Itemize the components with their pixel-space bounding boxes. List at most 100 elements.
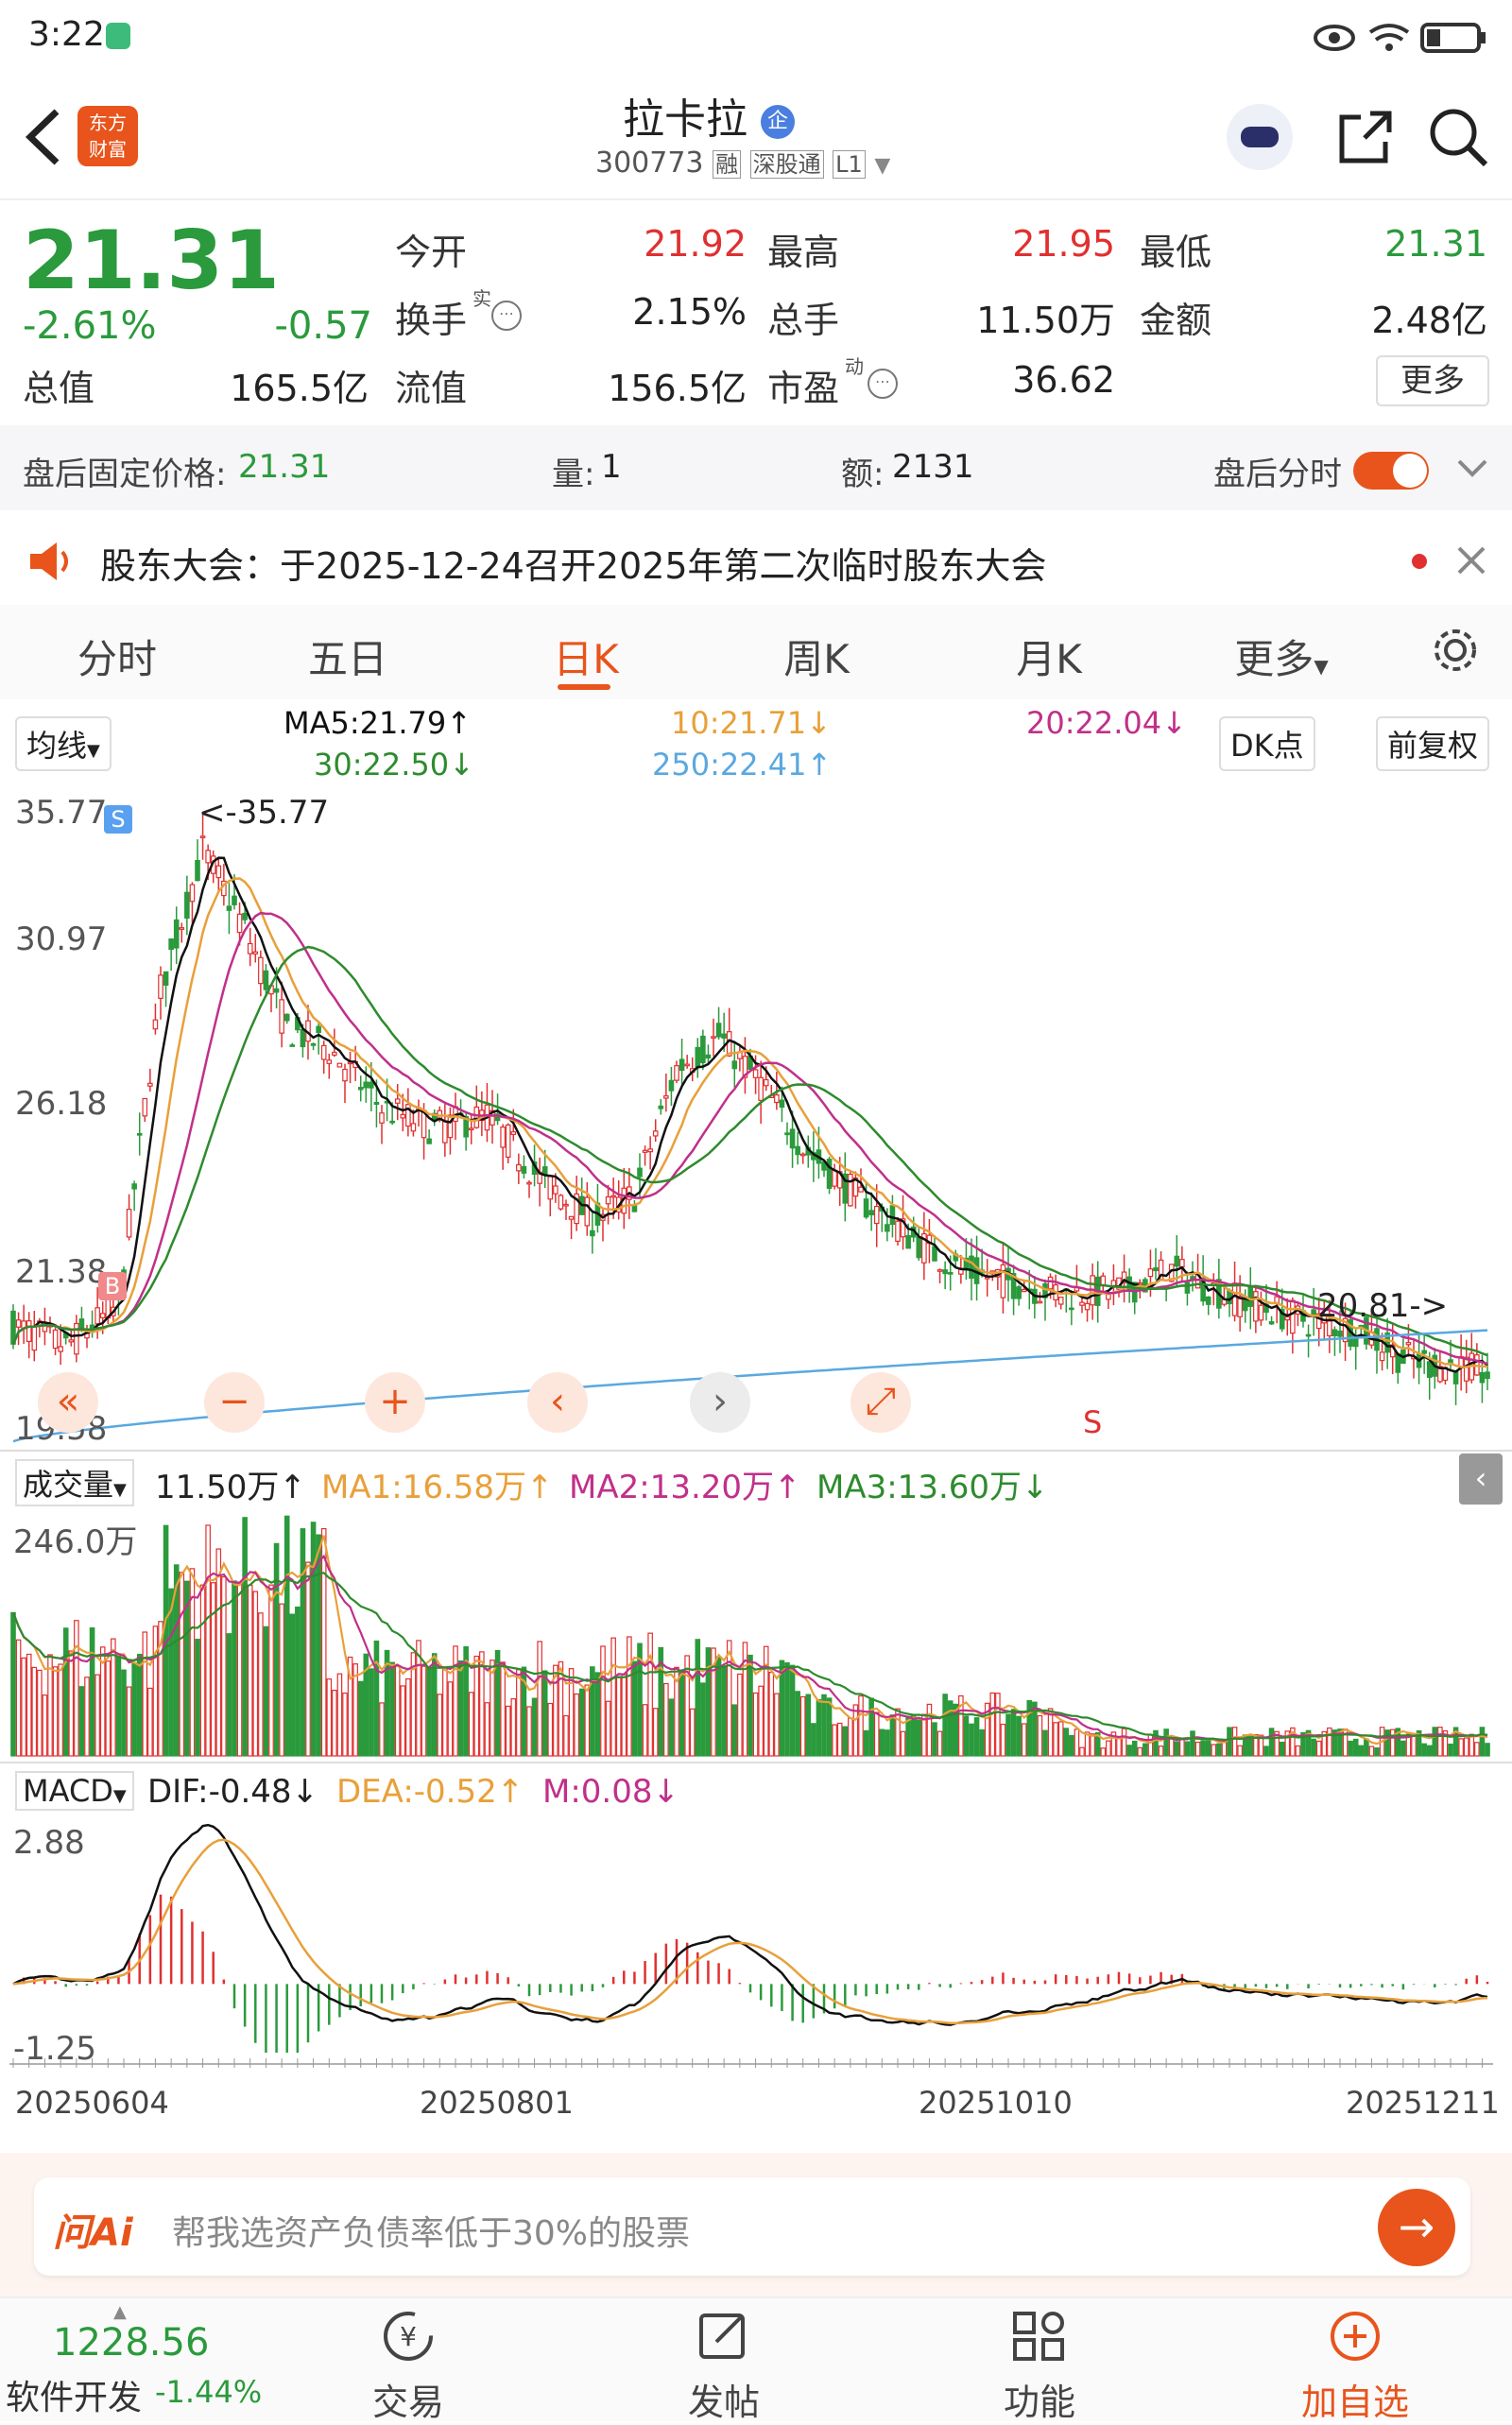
chart-tabs: 分时 五日 日K 周K 月K 更多▼ (0, 605, 1512, 699)
volume-value: 11.50万↑ (155, 1469, 306, 1506)
tab-five-day[interactable]: 五日 (253, 628, 442, 685)
volume-bar (531, 1697, 538, 1757)
candle (1379, 1351, 1385, 1362)
volume-bar (473, 1655, 480, 1757)
candle (885, 1224, 890, 1232)
info-icon[interactable]: ⋯ (491, 301, 522, 331)
candle (1485, 1371, 1490, 1380)
candle (916, 1236, 922, 1259)
candle (326, 1059, 333, 1064)
candle (774, 1094, 780, 1104)
tab-week-k[interactable]: 周K (722, 628, 911, 685)
plus-circle-icon (1331, 2312, 1380, 2361)
dk-button[interactable]: DK点 (1219, 716, 1315, 771)
adjust-button[interactable]: 前复权 (1376, 716, 1490, 771)
volume-bar (279, 1603, 284, 1757)
volume-bar (852, 1704, 859, 1757)
sell-marker: S (104, 805, 132, 834)
volume-bar (1279, 1741, 1285, 1757)
volume-bar (615, 1677, 622, 1757)
volume-chart[interactable]: 246.0万 (9, 1508, 1493, 1760)
turnover-label: 换手 (395, 300, 468, 341)
vol-ma2: MA2:13.20万↑ (569, 1469, 801, 1506)
volume-bar (316, 1534, 321, 1757)
prev-icon[interactable]: ‹ (527, 1372, 588, 1433)
arrow-right-icon[interactable]: → (1378, 2189, 1455, 2266)
next-icon[interactable]: › (690, 1372, 750, 1433)
tag-margin: 融 (713, 150, 742, 179)
volume-bar (147, 1687, 153, 1757)
search-icon[interactable] (1425, 104, 1491, 170)
tab-month-k[interactable]: 月K (954, 628, 1143, 685)
volume-bar (1168, 1737, 1175, 1757)
volume-bar (1421, 1743, 1427, 1757)
volume-bar (663, 1682, 669, 1757)
volume-bar (10, 1611, 16, 1757)
info-icon[interactable]: ⋯ (868, 369, 898, 399)
volume-bar (1211, 1744, 1217, 1757)
function-button[interactable]: 功能 (945, 2308, 1134, 2425)
volume-legend: 成交量▼ 11.50万↑ MA1:16.58万↑ MA2:13.20万↑ MA3… (0, 1450, 1512, 1508)
macd-selector[interactable]: MACD▼ (15, 1771, 134, 1811)
active-tab-indicator (558, 684, 610, 690)
volume-bar (1200, 1740, 1206, 1757)
volume-bar (226, 1633, 232, 1757)
volume-selector[interactable]: 成交量▼ (15, 1459, 134, 1506)
volume-bar (832, 1724, 837, 1757)
close-icon[interactable] (1455, 544, 1487, 576)
volume-bar (78, 1686, 85, 1757)
stock-code-line[interactable]: 300773 融 深股通 L1 ▼ (567, 146, 973, 180)
zoom-in-icon[interactable]: + (365, 1372, 425, 1433)
fast-back-icon[interactable]: « (38, 1372, 98, 1433)
post-button[interactable]: 发帖 (629, 2308, 818, 2425)
volume-bar (37, 1669, 43, 1757)
collapse-icon[interactable]: ‹ (1459, 1453, 1503, 1505)
volume-bar (21, 1657, 26, 1757)
app-logo[interactable]: 东方 财富 (77, 106, 138, 166)
volume-bar (405, 1677, 411, 1757)
tag-sgt: 深股通 (749, 150, 824, 179)
quote-panel: 21.31 -2.61% -0.57 总值 165.5亿 今开 21.92 最高… (0, 200, 1512, 418)
expand-icon[interactable]: ⤢ (850, 1372, 911, 1433)
grid-icon (1013, 2312, 1064, 2361)
ai-search-box[interactable]: 问Ai 帮我选资产负债率低于30%的股票 → (34, 2177, 1470, 2276)
volume-bar (332, 1689, 337, 1757)
trade-button[interactable]: ¥ 交易 (314, 2308, 503, 2425)
tab-more[interactable]: 更多▼ (1187, 628, 1376, 685)
volume-bar (210, 1582, 216, 1757)
volume-bar (273, 1542, 280, 1757)
tab-day-k[interactable]: 日K (491, 628, 680, 685)
volume-bar (1047, 1708, 1054, 1757)
volume-bar (747, 1654, 753, 1757)
candle (1069, 1307, 1074, 1311)
volume-bar (1448, 1744, 1453, 1757)
tab-intraday[interactable]: 分时 (23, 628, 212, 685)
sector-index[interactable]: ▲ 1228.56 软件开发 -1.44% (0, 2298, 274, 2421)
volume-bar (737, 1673, 743, 1757)
kline-chart[interactable]: 35.77 30.97 26.18 21.38 19.58 <-35.77 20… (9, 790, 1493, 1448)
more-button[interactable]: 更多 (1376, 355, 1489, 406)
ma-selector[interactable]: 均线▼ (15, 716, 112, 771)
candle (1037, 1300, 1043, 1304)
add-watchlist-label: 加自选 (1300, 2382, 1409, 2423)
robot-avatar-icon[interactable] (1227, 104, 1293, 170)
volume-bar (1074, 1728, 1080, 1757)
gear-icon[interactable] (1429, 624, 1482, 677)
ma-legend: 均线▼ MA5:21.79↑ 10:21.71↓ 20:22.04↓ 30:22… (0, 705, 1512, 786)
chevron-down-icon[interactable] (1455, 457, 1489, 480)
macd-chart[interactable]: 2.88 -1.25 (9, 1816, 1493, 2072)
volume-bar (610, 1637, 616, 1757)
candle (247, 942, 253, 955)
add-watchlist-button[interactable]: 加自选 (1261, 2308, 1450, 2425)
volume-bar (700, 1682, 706, 1757)
share-icon[interactable] (1332, 104, 1399, 170)
volume-bar (1194, 1741, 1201, 1757)
back-icon[interactable] (19, 104, 66, 170)
volume-bar (1021, 1723, 1027, 1757)
volume-bar (594, 1672, 601, 1757)
volume-bar (921, 1713, 927, 1757)
afterhours-toggle[interactable] (1353, 452, 1429, 490)
volume-bar (1069, 1734, 1074, 1757)
notice-bar[interactable]: 股东大会：于2025-12-24召开2025年第二次临时股东大会 (0, 516, 1512, 605)
zoom-out-icon[interactable]: − (204, 1372, 265, 1433)
